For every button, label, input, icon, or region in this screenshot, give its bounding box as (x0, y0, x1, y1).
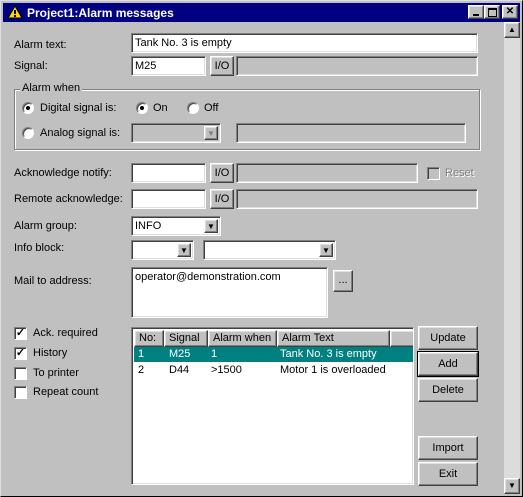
alarm-text-label: Alarm text: (14, 39, 67, 51)
signal-description-field (236, 56, 478, 76)
chevron-down-icon: ▼ (177, 243, 191, 257)
minimize-button[interactable] (468, 5, 484, 19)
table-row[interactable]: 1 M25 1 Tank No. 3 is empty (134, 347, 413, 362)
row-alarm-when: >1500 (211, 364, 242, 376)
analog-value-field (236, 123, 466, 143)
info-block-detail-dropdown[interactable]: ▼ (203, 240, 336, 260)
to-printer-checkbox[interactable] (14, 367, 27, 380)
row-no: 2 (138, 364, 145, 376)
row-no: 1 (138, 348, 145, 360)
reset-checkbox[interactable] (427, 167, 440, 180)
browse-mail-button[interactable]: ... (333, 270, 353, 292)
alarm-when-title: Alarm when (20, 82, 83, 94)
mail-to-label: Mail to address: (14, 275, 92, 287)
column-header-filler (390, 330, 413, 347)
vertical-scrollbar[interactable]: ▲ ▼ (504, 22, 520, 494)
window-title: Project1:Alarm messages (27, 6, 174, 20)
app-icon (7, 5, 23, 19)
column-header-signal[interactable]: Signal (164, 330, 208, 347)
maximize-icon (487, 8, 497, 17)
info-block-dropdown[interactable]: ▼ (131, 240, 194, 260)
ack-required-checkbox[interactable]: ✓ (14, 327, 27, 340)
history-checkbox[interactable]: ✓ (14, 347, 27, 360)
column-header-alarm-when[interactable]: Alarm when (208, 330, 277, 347)
on-label: On (153, 102, 168, 114)
repeat-count-checkbox[interactable] (14, 386, 27, 399)
remote-ack-io-button[interactable]: I/O (210, 189, 234, 209)
row-alarm-text: Motor 1 is overloaded (280, 364, 386, 376)
digital-signal-label: Digital signal is: (40, 102, 117, 114)
alarm-group-value: INFO (135, 220, 162, 232)
repeat-count-label: Repeat count (33, 386, 99, 398)
row-signal: D44 (169, 364, 190, 376)
column-header-alarm-text[interactable]: Alarm Text (277, 330, 390, 347)
remote-ack-description-field (236, 189, 478, 209)
history-label: History (33, 347, 68, 359)
signal-label: Signal: (14, 60, 48, 72)
chevron-down-icon: ▼ (204, 219, 218, 233)
mail-to-input[interactable]: operator@demonstration.com (131, 267, 328, 318)
arrow-down-icon: ▼ (508, 481, 516, 490)
alarm-group-label: Alarm group: (14, 220, 77, 232)
title-bar[interactable]: Project1:Alarm messages ✕ (3, 3, 520, 22)
ack-notify-label: Acknowledge notify: (14, 167, 112, 179)
to-printer-label: To printer (33, 367, 79, 379)
alarm-group-dropdown[interactable]: INFO ▼ (131, 216, 221, 236)
delete-button[interactable]: Delete (418, 378, 478, 402)
analog-signal-radio[interactable] (22, 127, 34, 139)
row-alarm-when: 1 (211, 348, 218, 360)
on-radio[interactable] (136, 102, 148, 114)
analog-signal-label: Analog signal is: (40, 127, 121, 139)
row-alarm-text: Tank No. 3 is empty (280, 348, 377, 360)
chevron-down-icon: ▼ (319, 243, 333, 257)
remote-ack-input[interactable] (131, 189, 206, 209)
table-row[interactable]: 2 D44 >1500 Motor 1 is overloaded (134, 363, 413, 378)
scroll-up-button[interactable]: ▲ (504, 22, 520, 38)
ack-notify-input[interactable] (131, 163, 206, 183)
row-signal: M25 (169, 348, 191, 360)
remote-ack-label: Remote acknowledge: (14, 193, 123, 205)
chevron-down-icon: ▼ (204, 126, 218, 140)
reset-label: Reset (445, 167, 474, 179)
arrow-up-icon: ▲ (508, 25, 516, 34)
off-label: Off (204, 102, 219, 114)
analog-condition-dropdown[interactable]: ▼ (131, 123, 221, 143)
scroll-down-button[interactable]: ▼ (504, 478, 520, 494)
minimize-icon (473, 14, 479, 16)
info-block-label: Info block: (14, 242, 65, 254)
exit-button[interactable]: Exit (418, 462, 478, 486)
ack-required-label: Ack. required (33, 327, 98, 339)
update-button[interactable]: Update (418, 326, 478, 350)
ack-notify-description-field (236, 163, 418, 183)
maximize-button[interactable] (484, 5, 500, 19)
alarm-list[interactable]: No: Signal Alarm when Alarm Text 1 M25 1… (131, 327, 414, 485)
signal-input[interactable]: M25 (131, 56, 206, 76)
list-header: No: Signal Alarm when Alarm Text (134, 330, 413, 347)
close-icon: ✕ (505, 6, 515, 17)
import-button[interactable]: Import (418, 436, 478, 460)
add-button[interactable]: Add (417, 351, 479, 377)
column-header-no[interactable]: No: (134, 330, 164, 347)
ack-notify-io-button[interactable]: I/O (210, 163, 234, 183)
digital-signal-radio[interactable] (22, 102, 34, 114)
off-radio[interactable] (187, 102, 199, 114)
close-button[interactable]: ✕ (502, 5, 518, 19)
signal-io-button[interactable]: I/O (210, 56, 234, 76)
alarm-text-input[interactable]: Tank No. 3 is empty (131, 33, 478, 53)
